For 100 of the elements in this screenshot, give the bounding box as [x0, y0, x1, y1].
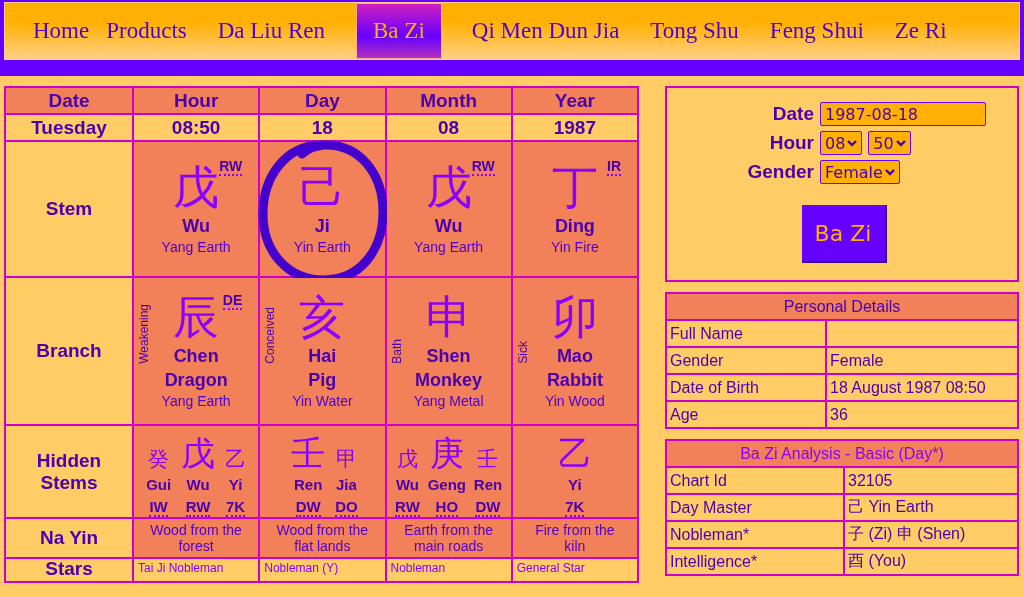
column-header: Day: [259, 87, 386, 114]
ten-god-abbreviation[interactable]: DO: [335, 498, 358, 517]
table-cell: Female: [826, 347, 1018, 374]
branch-name: Chen: [173, 345, 219, 367]
row-label: Stem: [5, 141, 133, 277]
table-cell: 18 August 1987 08:50: [826, 374, 1018, 401]
hidden-stem-character: 戊: [396, 449, 418, 470]
row-label: Hidden Stems: [5, 425, 133, 518]
branch-element: Yang Metal: [413, 392, 484, 409]
animal-name: Rabbit: [546, 369, 603, 391]
branch-character: 卯: [551, 293, 598, 340]
ten-god-abbreviation[interactable]: RW: [395, 498, 420, 517]
stem-element: Yang Earth: [414, 238, 484, 255]
star-cell: Nobleman (Y): [259, 558, 386, 582]
field-label: Date: [771, 103, 814, 125]
table-cell: Date of Birth: [666, 374, 826, 401]
branch-element: Yang Earth: [161, 392, 231, 409]
hidden-stem-character: 乙: [225, 449, 247, 470]
nav-link[interactable]: Da Liu Ren: [217, 3, 343, 59]
ten-god-abbreviation[interactable]: IR: [607, 158, 621, 176]
stem-character: 丁: [551, 163, 598, 210]
field-label: Hour: [768, 132, 814, 154]
stem-name: Wu: [182, 215, 210, 237]
table-cell: Age: [666, 401, 826, 428]
hidden-stem-character: 乙: [556, 432, 593, 470]
table-cell: 32105: [844, 467, 1018, 494]
na-yin-cell: Earth from the main roads: [385, 518, 512, 558]
animal-name: Monkey: [415, 369, 483, 391]
chevron-down-icon: [884, 168, 895, 176]
ten-god-abbreviation[interactable]: 7K: [226, 498, 246, 517]
hidden-stem-character: 癸: [148, 449, 170, 470]
table-cell: 酉 (You): [844, 548, 1018, 575]
table-cell: Full Name: [666, 320, 826, 347]
stem-element: Yang Earth: [161, 238, 231, 255]
table-cell: 1987: [511, 114, 638, 141]
nav-link[interactable]: Tong Shu: [650, 3, 756, 59]
row-label: Na Yin: [5, 518, 133, 558]
nav-link[interactable]: Feng Shui: [769, 3, 881, 59]
na-yin-cell: Fire from the kiln: [511, 518, 638, 558]
star-cell: Nobleman: [385, 558, 512, 582]
hidden-stem-name: Jia: [335, 476, 357, 493]
hidden-stem-name: Wu: [186, 476, 210, 493]
ten-god-abbreviation[interactable]: RW: [185, 498, 211, 517]
branch-element: Yin Water: [292, 392, 353, 409]
na-yin-cell: Wood from the flat lands: [259, 518, 386, 558]
stem-element: Yin Earth: [293, 238, 351, 255]
ten-god-abbreviation[interactable]: IW: [149, 498, 168, 517]
stem-character: 戊: [425, 163, 472, 210]
table-title: Ba Zi Analysis - Basic (Day*): [666, 440, 1018, 467]
table-title: Personal Details: [666, 293, 1018, 320]
table-cell: 36: [826, 401, 1018, 428]
chevron-down-icon: [847, 139, 858, 147]
ten-god-abbreviation[interactable]: RW: [471, 158, 495, 176]
hidden-stem-character: 壬: [290, 432, 327, 470]
hidden-stem-name: Ren: [473, 476, 503, 493]
stem-element: Yin Fire: [551, 238, 599, 255]
table-cell: Day Master: [666, 494, 844, 521]
animal-name: Dragon: [164, 369, 228, 391]
ten-god-abbreviation[interactable]: DW: [475, 498, 501, 517]
branch-character: 亥: [299, 293, 346, 340]
nav-link[interactable]: Home: [33, 3, 107, 59]
ten-god-abbreviation[interactable]: HO: [435, 498, 459, 517]
hidden-stem-character: 甲: [335, 449, 357, 470]
table-cell: 子 (Zi) 申 (Shen): [844, 521, 1018, 548]
life-stage-label: Conceived: [263, 307, 278, 364]
branch-character: 辰: [173, 293, 220, 340]
column-header: Month: [385, 87, 512, 114]
na-yin-cell: Wood from the forest: [133, 518, 260, 558]
nav-link[interactable]: Qi Men Dun Jia: [471, 3, 637, 59]
gender-select[interactable]: Female: [820, 160, 900, 184]
hidden-stem-name: Yi: [228, 476, 243, 493]
ten-god-abbreviation[interactable]: 7K: [565, 498, 585, 517]
hidden-stem-name: Yi: [568, 476, 582, 493]
table-cell: Tuesday: [5, 114, 133, 141]
branch-name: Mao: [556, 345, 593, 367]
table-cell: Intelligence*: [666, 548, 844, 575]
column-header: Date: [5, 87, 133, 114]
date-input[interactable]: 1987-08-18: [820, 102, 986, 126]
stem-character: 戊: [173, 163, 220, 210]
table-cell: Chart Id: [666, 467, 844, 494]
hour-select[interactable]: 08: [820, 131, 863, 155]
life-stage-label: Weakening: [137, 304, 151, 364]
stem-name: Ding: [554, 215, 595, 237]
nav-link[interactable]: Products: [106, 3, 204, 59]
branch-name: Hai: [308, 345, 337, 367]
nav-link[interactable]: Ze Ri: [894, 3, 964, 59]
minute-select[interactable]: 50: [868, 131, 911, 155]
hidden-stem-character: 戊: [180, 432, 217, 470]
ten-god-abbreviation[interactable]: RW: [219, 158, 243, 176]
nav-link[interactable]: Ba Zi: [356, 3, 442, 59]
ten-god-abbreviation[interactable]: DE: [222, 292, 243, 310]
ten-god-abbreviation[interactable]: DW: [295, 498, 321, 517]
hidden-stem-name: Gui: [146, 476, 172, 493]
star-cell: General Star: [511, 558, 638, 582]
chevron-down-icon: [895, 139, 906, 147]
column-header: Hour: [133, 87, 260, 114]
submit-button[interactable]: Ba Zi: [801, 205, 887, 263]
hidden-stem-character: 庚: [428, 432, 465, 470]
branch-character: 申: [425, 293, 472, 340]
hidden-stem-name: Wu: [395, 476, 419, 493]
